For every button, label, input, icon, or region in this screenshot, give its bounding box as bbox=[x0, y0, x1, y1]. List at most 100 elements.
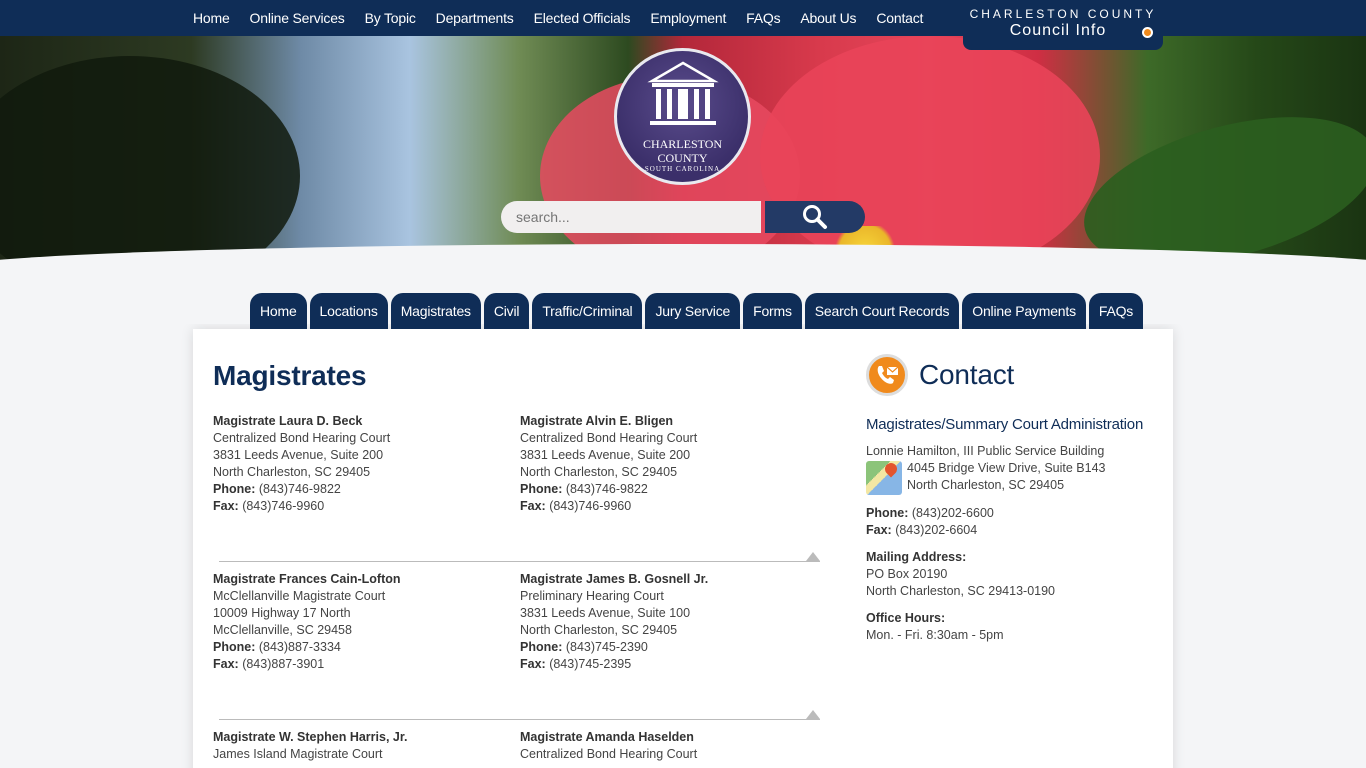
mailing-line: North Charleston, SC 29413-0190 bbox=[866, 584, 1056, 598]
fax-line: Fax: (843)746-9960 bbox=[520, 498, 697, 515]
top-nav-about-us[interactable]: About Us bbox=[800, 10, 856, 26]
address-line: 10009 Highway 17 North bbox=[213, 606, 351, 620]
contact-phone-line: Phone: (843)202-6600 bbox=[866, 505, 1166, 522]
top-nav-home[interactable]: Home bbox=[193, 10, 230, 26]
courthouse-icon bbox=[646, 61, 719, 125]
contact-sidebar: Contact Magistrates/Summary Court Admini… bbox=[866, 354, 1166, 644]
magistrate-entry: Magistrate Laura D. Beck Centralized Bon… bbox=[213, 413, 390, 515]
address-line: 4045 Bridge View Drive, Suite B143 bbox=[907, 461, 1106, 475]
court-name: Centralized Bond Hearing Court bbox=[520, 747, 698, 761]
phone-label: Phone: bbox=[520, 482, 563, 496]
notification-dot-icon bbox=[1142, 27, 1153, 38]
contact-building: Lonnie Hamilton, III Public Service Buil… bbox=[866, 444, 1105, 458]
address-line: 3831 Leeds Avenue, Suite 200 bbox=[213, 448, 384, 462]
mailing-address-label: Mailing Address: bbox=[866, 549, 1166, 566]
back-to-top-icon[interactable] bbox=[806, 710, 820, 719]
county-seal-logo[interactable]: CHARLESTON COUNTY SOUTH CAROLINA bbox=[614, 48, 751, 185]
tab-online-payments[interactable]: Online Payments bbox=[962, 293, 1086, 329]
mailing-label: Mailing Address: bbox=[866, 550, 967, 564]
fax-label: Fax: bbox=[866, 523, 892, 537]
phone-number: (843)746-9822 bbox=[565, 482, 648, 496]
magistrate-name: Magistrate Alvin E. Bligen bbox=[520, 414, 674, 428]
search-input[interactable] bbox=[501, 201, 761, 233]
page-title: Magistrates bbox=[213, 360, 367, 391]
fax-number: (843)746-9960 bbox=[242, 499, 325, 513]
search-icon bbox=[803, 205, 827, 229]
back-to-top-icon[interactable] bbox=[806, 552, 820, 561]
hero-shadow bbox=[0, 56, 300, 266]
phone-envelope-icon bbox=[877, 366, 899, 384]
magistrate-name: Magistrate Frances Cain-Lofton bbox=[213, 572, 401, 586]
magistrate-entry: Magistrate W. Stephen Harris, Jr. James … bbox=[213, 729, 408, 763]
map-pin-icon bbox=[882, 460, 900, 478]
fax-line: Fax: (843)887-3901 bbox=[213, 656, 401, 673]
office-hours: Mon. - Fri. 8:30am - 5pm bbox=[866, 628, 1004, 642]
fax-number: (843)746-9960 bbox=[549, 499, 632, 513]
address-line: 3831 Leeds Avenue, Suite 200 bbox=[520, 448, 691, 462]
magistrate-name: Magistrate Amanda Haselden bbox=[520, 730, 694, 744]
tab-home[interactable]: Home bbox=[250, 293, 307, 329]
fax-number: (843)202-6604 bbox=[895, 523, 978, 537]
magistrate-entry: Magistrate Frances Cain-Lofton McClellan… bbox=[213, 571, 401, 673]
council-county-label: CHARLESTON COUNTY bbox=[969, 7, 1157, 21]
court-name: Preliminary Hearing Court bbox=[520, 589, 664, 603]
map-icon[interactable] bbox=[866, 460, 902, 495]
phone-line: Phone: (843)746-9822 bbox=[520, 481, 697, 498]
hours-label: Office Hours: bbox=[866, 611, 946, 625]
tab-jury-service[interactable]: Jury Service bbox=[645, 293, 741, 329]
court-name: Centralized Bond Hearing Court bbox=[213, 431, 391, 445]
phone-line: Phone: (843)745-2390 bbox=[520, 639, 708, 656]
top-nav-online-services[interactable]: Online Services bbox=[250, 10, 345, 26]
fax-label: Fax: bbox=[213, 657, 239, 671]
seal-text-1: CHARLESTON bbox=[642, 137, 723, 151]
fax-label: Fax: bbox=[213, 499, 239, 513]
tab-faqs[interactable]: FAQs bbox=[1088, 293, 1144, 329]
phone-number: (843)202-6600 bbox=[911, 506, 994, 520]
top-nav-employment[interactable]: Employment bbox=[650, 10, 726, 26]
top-nav-departments[interactable]: Departments bbox=[436, 10, 514, 26]
magistrate-entry: Magistrate Amanda Haselden Centralized B… bbox=[520, 729, 697, 763]
fax-number: (843)887-3901 bbox=[242, 657, 325, 671]
mailing-line: PO Box 20190 bbox=[866, 567, 948, 581]
top-nav-by-topic[interactable]: By Topic bbox=[365, 10, 416, 26]
divider bbox=[219, 719, 820, 720]
phone-label: Phone: bbox=[520, 640, 563, 654]
tab-civil[interactable]: Civil bbox=[483, 293, 530, 329]
fax-label: Fax: bbox=[520, 657, 546, 671]
court-name: James Island Magistrate Court bbox=[213, 747, 383, 761]
phone-label: Phone: bbox=[213, 640, 256, 654]
tab-search-court-records[interactable]: Search Court Records bbox=[804, 293, 960, 329]
top-nav-contact[interactable]: Contact bbox=[876, 10, 923, 26]
divider bbox=[219, 561, 820, 562]
seal-text-2: COUNTY bbox=[657, 151, 708, 165]
tab-traffic-criminal[interactable]: Traffic/Criminal bbox=[532, 293, 643, 329]
top-nav: Home Online Services By Topic Department… bbox=[193, 0, 943, 36]
address-line: North Charleston, SC 29405 bbox=[907, 478, 1065, 492]
top-nav-elected-officials[interactable]: Elected Officials bbox=[534, 10, 631, 26]
tab-forms[interactable]: Forms bbox=[743, 293, 802, 329]
phone-line: Phone: (843)887-3334 bbox=[213, 639, 401, 656]
search-button[interactable] bbox=[765, 201, 865, 233]
address-line: North Charleston, SC 29405 bbox=[520, 465, 678, 479]
tab-locations[interactable]: Locations bbox=[309, 293, 388, 329]
council-info-label: Council Info bbox=[1009, 22, 1107, 39]
phone-label: Phone: bbox=[213, 482, 256, 496]
contact-header: Contact bbox=[866, 354, 1166, 396]
address-line: McClellanville, SC 29458 bbox=[213, 623, 352, 637]
phone-number: (843)746-9822 bbox=[258, 482, 341, 496]
court-name: Centralized Bond Hearing Court bbox=[520, 431, 698, 445]
address-line: 3831 Leeds Avenue, Suite 100 bbox=[520, 606, 691, 620]
top-nav-faqs[interactable]: FAQs bbox=[746, 10, 780, 26]
phone-number: (843)745-2390 bbox=[565, 640, 648, 654]
fax-line: Fax: (843)745-2395 bbox=[520, 656, 708, 673]
magistrate-entry: Magistrate James B. Gosnell Jr. Prelimin… bbox=[520, 571, 708, 673]
council-info-button[interactable]: CHARLESTON COUNTY Council Info bbox=[963, 0, 1163, 50]
contact-address-row: 4045 Bridge View Drive, Suite B143 North… bbox=[866, 460, 1166, 495]
address-line: North Charleston, SC 29405 bbox=[213, 465, 371, 479]
address-line: North Charleston, SC 29405 bbox=[520, 623, 678, 637]
hero-leaf bbox=[1068, 89, 1366, 266]
magistrate-name: Magistrate W. Stephen Harris, Jr. bbox=[213, 730, 408, 744]
tab-magistrates[interactable]: Magistrates bbox=[390, 293, 481, 329]
court-name: McClellanville Magistrate Court bbox=[213, 589, 386, 603]
contact-fax-line: Fax: (843)202-6604 bbox=[866, 522, 1166, 539]
